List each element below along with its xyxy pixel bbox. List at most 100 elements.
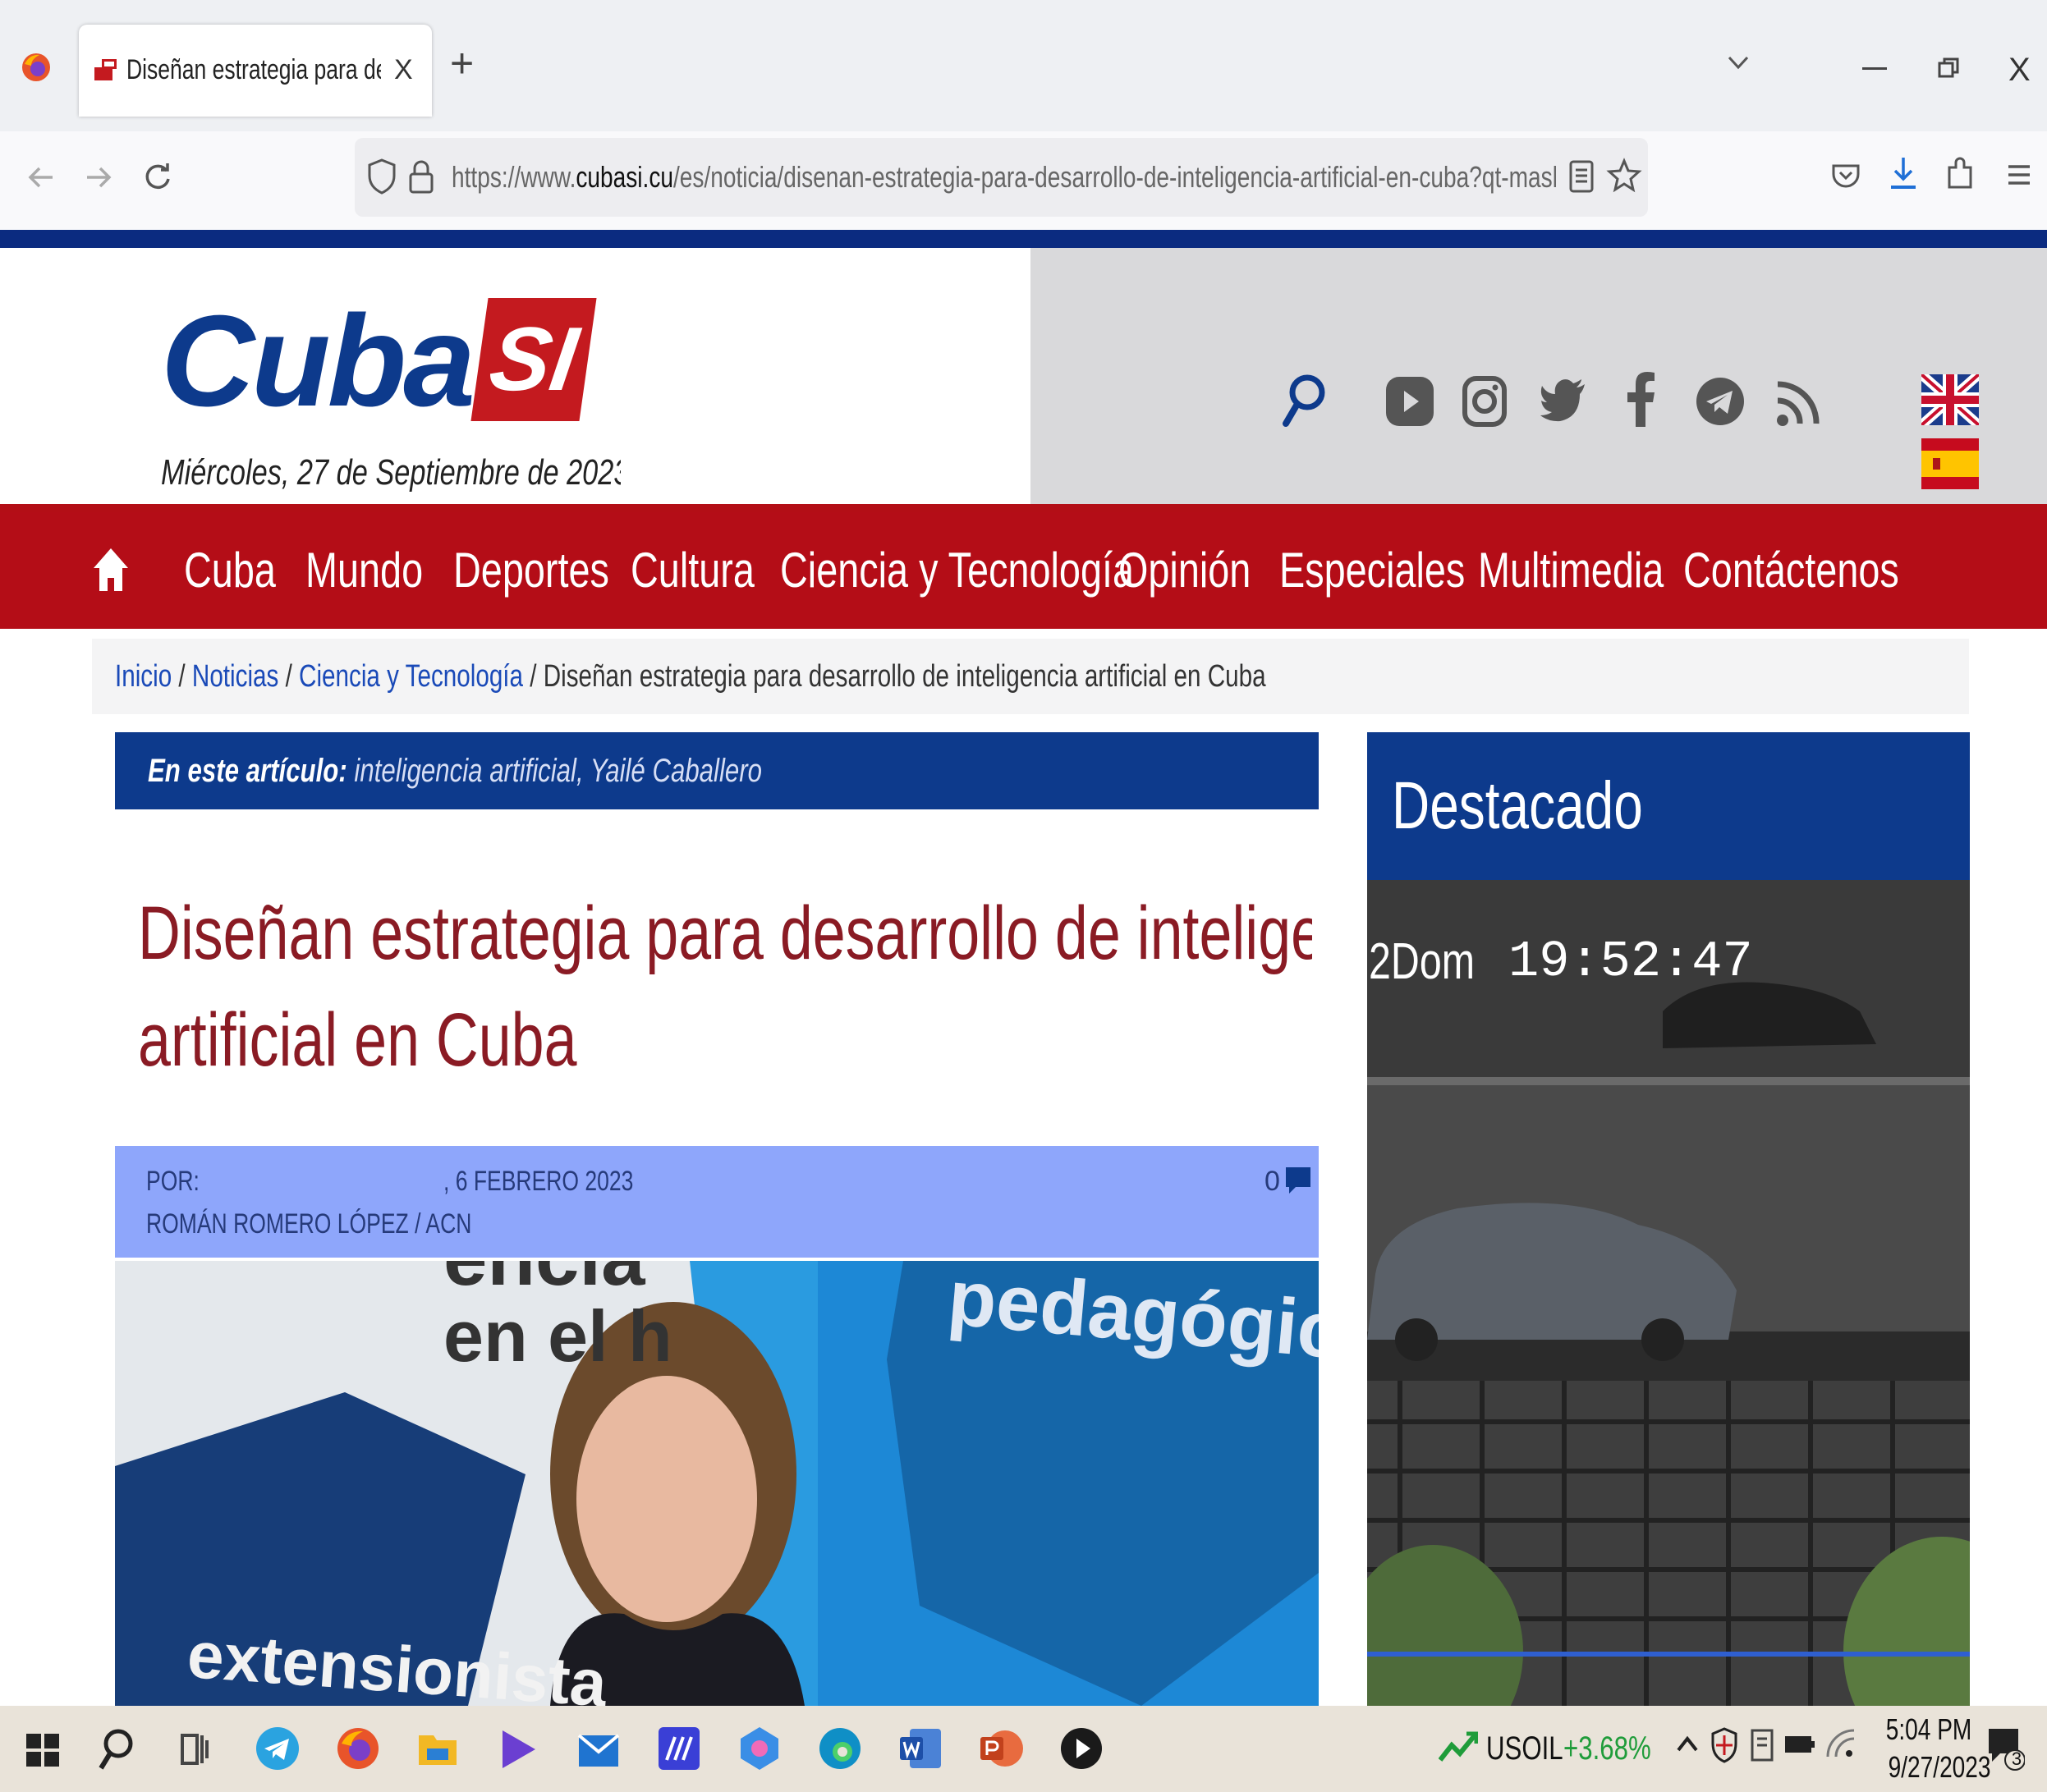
breadcrumb-current: Diseñan estrategia para desarrollo de in… (543, 659, 1266, 694)
reload-icon[interactable] (140, 159, 176, 195)
site-logo[interactable]: Cuba SI (161, 283, 613, 439)
tags-list[interactable]: inteligencia artificial, Yailé Caballero (354, 753, 762, 789)
nav-ciencia-y-tecnologia[interactable]: Ciencia y Tecnología (780, 512, 1134, 629)
home-icon[interactable] (92, 545, 130, 594)
article-photo[interactable]: encia en el h pedagógico extensionista (115, 1261, 1319, 1706)
edge-browser-icon[interactable] (818, 1726, 862, 1771)
active-tab[interactable]: Diseñan estrategia para desarro X (79, 25, 432, 117)
clock-date: 9/27/2023 (1888, 1750, 1991, 1784)
restore-button[interactable] (1936, 56, 1961, 80)
media-app-icon[interactable] (498, 1727, 539, 1771)
firefox-icon[interactable] (20, 51, 53, 84)
header-date: Miércoles, 27 de Septiembre de 2023 (161, 452, 621, 493)
nav-contactenos[interactable]: Contáctenos (1683, 512, 1899, 629)
bookmark-star-icon[interactable] (1606, 158, 1642, 194)
meet-now-icon[interactable] (1749, 1727, 1775, 1763)
youtube-icon[interactable] (1384, 374, 1435, 429)
back-arrow-icon[interactable] (25, 161, 57, 194)
pocket-icon[interactable] (1829, 159, 1862, 192)
url-path: /es/noticia/disenan-estrategia-para-desa… (673, 160, 1556, 194)
nav-deportes[interactable]: Deportes (453, 512, 609, 629)
word-icon[interactable] (898, 1726, 943, 1771)
nav-cuba[interactable]: Cuba (184, 512, 276, 629)
author-name[interactable]: ROMÁN ROMERO LÓPEZ / ACN (146, 1205, 471, 1243)
nav-multimedia[interactable]: Multimedia (1478, 512, 1664, 629)
video-timestamp: 2Dom 19:52:47 (1369, 929, 1753, 995)
english-flag-icon[interactable] (1921, 374, 1979, 425)
instagram-icon[interactable] (1462, 374, 1508, 429)
url-domain: cubasi.cu (576, 160, 674, 194)
breadcrumb-inicio[interactable]: Inicio (115, 659, 172, 694)
stock-name[interactable]: USOIL (1486, 1726, 1563, 1771)
spanish-flag-icon[interactable] (1921, 438, 1979, 489)
video-day: 2Dom (1369, 933, 1476, 990)
new-tab-button[interactable]: + (450, 43, 474, 84)
menu-icon[interactable] (2005, 161, 2033, 189)
copilot-icon[interactable] (737, 1726, 782, 1771)
forward-arrow-icon[interactable] (82, 161, 115, 194)
url-text[interactable]: https://www.cubasi.cu/es/noticia/disenan… (452, 154, 1556, 200)
minimize-button[interactable] (1862, 67, 1887, 70)
sidebar-header: Destacado (1367, 732, 1970, 880)
article-title: Diseñan estrategia para desarrollo de in… (138, 880, 1312, 1093)
extensions-icon[interactable] (1944, 156, 1977, 192)
battery-icon[interactable] (1783, 1734, 1816, 1755)
logo-si-text: SI (484, 309, 584, 410)
lock-icon[interactable] (407, 158, 435, 195)
clock-time: 5:04 PM (1885, 1712, 1972, 1746)
tab-close-button[interactable]: X (394, 49, 413, 90)
search-icon[interactable] (1281, 373, 1327, 430)
tags-label: En este artículo: (148, 753, 347, 789)
url-prefix: https://www. (452, 160, 576, 194)
security-icon[interactable] (1710, 1726, 1739, 1765)
taskbar-clock[interactable]: 5:04 PM 9/27/2023 (1874, 1711, 1991, 1786)
file-explorer-icon[interactable] (417, 1729, 458, 1768)
twitter-icon[interactable] (1539, 376, 1588, 427)
comment-bubble-icon[interactable] (1284, 1166, 1312, 1197)
show-hidden-icons[interactable] (1675, 1732, 1700, 1757)
powerpoint-icon[interactable] (979, 1726, 1023, 1771)
stock-change[interactable]: +3.68% (1563, 1726, 1651, 1771)
media-player-icon[interactable] (1059, 1726, 1104, 1771)
mail-icon[interactable] (576, 1727, 621, 1771)
breadcrumb-sep: / (278, 659, 300, 694)
facebook-icon[interactable] (1626, 371, 1655, 429)
whiteboard-app-icon[interactable] (657, 1726, 701, 1771)
nav-mundo[interactable]: Mundo (305, 512, 423, 629)
windows-start-icon[interactable] (26, 1734, 59, 1767)
downloads-icon[interactable] (1887, 154, 1920, 194)
telegram-taskbar-icon[interactable] (255, 1726, 301, 1771)
article-title-line2: artificial en Cuba (138, 998, 577, 1082)
article-meta: POR: , 6 FEBRERO 2023 ROMÁN ROMERO LÓPEZ… (115, 1146, 1319, 1258)
telegram-icon[interactable] (1695, 374, 1746, 429)
breadcrumb-noticias[interactable]: Noticias (192, 659, 278, 694)
tab-title: Diseñan estrategia para desarro (126, 54, 381, 85)
address-bar[interactable]: https://www.cubasi.cu/es/noticia/disenan… (355, 138, 1648, 217)
search-taskbar-icon[interactable] (97, 1727, 135, 1773)
article-tags-bar: En este artículo: inteligencia artificia… (115, 732, 1319, 809)
list-all-tabs-icon[interactable] (1726, 53, 1751, 72)
nav-opinion[interactable]: Opinión (1118, 512, 1251, 629)
notification-count: 3 (2011, 1748, 2022, 1769)
nav-cultura[interactable]: Cultura (631, 512, 755, 629)
tracking-protection-icon[interactable] (366, 158, 397, 195)
breadcrumb: Inicio / Noticias / Ciencia y Tecnología… (92, 639, 1969, 714)
rss-icon[interactable] (1775, 376, 1821, 429)
task-view-icon[interactable] (177, 1730, 210, 1768)
comment-count[interactable]: 0 (1264, 1162, 1280, 1200)
by-label: POR: (146, 1166, 200, 1197)
window-close-button[interactable]: X (2008, 49, 2031, 90)
reader-view-icon[interactable] (1568, 159, 1595, 194)
site-top-stripe (0, 230, 2047, 248)
breadcrumb-categoria[interactable]: Ciencia y Tecnología (299, 659, 523, 694)
nav-especiales[interactable]: Especiales (1279, 512, 1465, 629)
featured-video[interactable]: 2Dom 19:52:47 (1367, 880, 1970, 1706)
firefox-taskbar-icon[interactable] (335, 1726, 381, 1771)
wifi-icon[interactable] (1824, 1727, 1857, 1760)
main-nav: Cuba Mundo Deportes Cultura Ciencia y Te… (0, 512, 2047, 629)
article-title-line1: Diseñan estrategia para desarrollo de in… (138, 891, 1312, 975)
windows-taskbar: USOIL +3.68% 5:04 PM 9/27/2023 3 (0, 1706, 2047, 1792)
stock-trend-icon (1439, 1730, 1478, 1763)
breadcrumb-sep: / (523, 659, 544, 694)
breadcrumb-sep: / (172, 659, 192, 694)
